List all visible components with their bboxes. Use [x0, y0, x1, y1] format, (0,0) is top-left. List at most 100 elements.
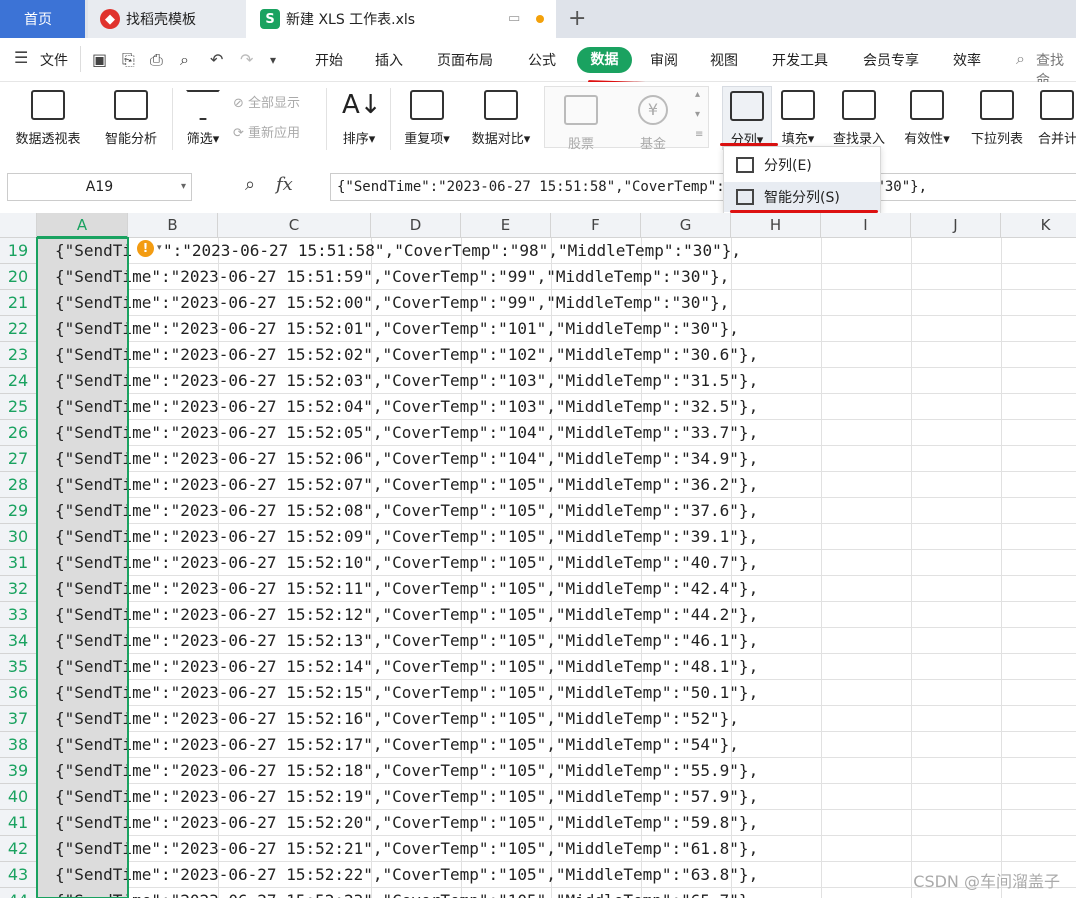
column-header-a[interactable]: A [37, 213, 128, 238]
tab-template[interactable]: ◆ 找稻壳模板 [88, 0, 246, 38]
fund-button[interactable]: ¥ 基金 [627, 91, 679, 152]
stock-button[interactable]: 股票 [555, 91, 607, 152]
row-header[interactable]: 35 [0, 654, 36, 680]
fx-icon[interactable]: fx [276, 174, 293, 195]
row-header[interactable]: 37 [0, 706, 36, 732]
compare-button[interactable]: 数据对比▾ [464, 86, 538, 147]
row-header[interactable]: 22 [0, 316, 36, 342]
menu-view[interactable]: 视图 [710, 50, 738, 70]
duplicates-button[interactable]: 重复项▾ [398, 86, 456, 147]
menu-review[interactable]: 审阅 [650, 50, 678, 70]
lookup-entry-button[interactable]: 查找录入 [828, 86, 890, 147]
tab-file[interactable]: S 新建 XLS 工作表.xls ▭ [246, 0, 556, 38]
menu-file[interactable]: 文件 [40, 50, 68, 70]
menu-item-split[interactable]: 分列(E) [724, 150, 880, 180]
save-icon[interactable]: ▣ [92, 50, 107, 69]
row-header[interactable]: 23 [0, 342, 36, 368]
reapply-button[interactable]: ⟳ 重新应用 [233, 122, 300, 141]
pivot-table-icon [31, 90, 65, 120]
gallery-scroll-up-icon[interactable]: ▴ [695, 89, 700, 100]
row-header[interactable]: 29 [0, 498, 36, 524]
column-header-c[interactable]: C [218, 213, 371, 238]
row-header[interactable]: 32 [0, 576, 36, 602]
dropdown-list-button[interactable]: 下拉列表 [964, 86, 1030, 147]
menu-formula[interactable]: 公式 [528, 50, 556, 70]
split-column-icon [730, 91, 764, 121]
row-header[interactable]: 20 [0, 264, 36, 290]
split-column-button[interactable]: 分列▾ [722, 86, 772, 150]
row-header[interactable]: 36 [0, 680, 36, 706]
sort-button[interactable]: A↓ 排序▾ [334, 86, 384, 147]
name-box[interactable]: A19 ▾ [7, 173, 192, 201]
compare-label: 数据对比 [471, 132, 524, 147]
row-header[interactable]: 41 [0, 810, 36, 836]
row-header[interactable]: 31 [0, 550, 36, 576]
merge-button[interactable]: 合并计 [1038, 86, 1076, 147]
row-header[interactable]: 21 [0, 290, 36, 316]
menu-start[interactable]: 开始 [315, 50, 343, 70]
warning-icon[interactable]: ! [137, 240, 154, 257]
smart-analysis-button[interactable]: 智能分析 [98, 86, 164, 147]
row-header[interactable]: 25 [0, 394, 36, 420]
row-header[interactable]: 40 [0, 784, 36, 810]
menu-member[interactable]: 会员专享 [863, 50, 919, 70]
column-header-j[interactable]: J [911, 213, 1001, 238]
row-header[interactable]: 39 [0, 758, 36, 784]
row-header[interactable]: 24 [0, 368, 36, 394]
formula-input[interactable]: {"SendTime":"2023-06-27 15:51:58","Cover… [330, 173, 1076, 201]
menu-efficiency[interactable]: 效率 [953, 50, 981, 70]
quick-access-chevron-icon[interactable]: ▾ [270, 53, 276, 67]
menu-insert[interactable]: 插入 [375, 50, 403, 70]
column-header-g[interactable]: G [641, 213, 731, 238]
row-header[interactable]: 30 [0, 524, 36, 550]
name-box-chevron-icon[interactable]: ▾ [181, 174, 186, 200]
table-row: {"SendTi ":"2023-06-27 15:51:58","CoverTe… [37, 238, 1076, 264]
fill-button[interactable]: 填充▾ [776, 86, 820, 147]
row-header[interactable]: 33 [0, 602, 36, 628]
menu-page-layout[interactable]: 页面布局 [437, 50, 493, 70]
column-header-k[interactable]: K [1001, 213, 1076, 238]
row-header[interactable]: 27 [0, 446, 36, 472]
column-header-f[interactable]: F [551, 213, 641, 238]
cell-text: {"SendTime":"2023-06-27 15:52:21","Cover… [55, 839, 759, 858]
hamburger-icon[interactable]: ☰ [14, 48, 28, 67]
row-header[interactable]: 44 [0, 888, 36, 898]
row-header[interactable]: 28 [0, 472, 36, 498]
gallery-scroll-down-icon[interactable]: ▾ [695, 109, 700, 120]
tab-home[interactable]: 首页 [0, 0, 85, 38]
undo-icon[interactable]: ↶ [210, 50, 223, 69]
column-header-i[interactable]: I [821, 213, 911, 238]
new-tab-icon[interactable]: + [568, 6, 586, 31]
search-icon[interactable]: ⌕ [1016, 49, 1025, 69]
spreadsheet-grid[interactable]: A B C D E F G H I J K 19 20 21 22 23 24 25 26 27… [0, 213, 1076, 898]
export-icon[interactable]: ⎘ [122, 50, 135, 70]
warning-chevron-icon[interactable]: ▾ [157, 243, 162, 253]
select-all-corner[interactable] [0, 213, 37, 238]
cell-text: {"SendTime":"2023-06-27 15:52:23","Cover… [55, 888, 758, 898]
filter-button[interactable]: 筛选▾ [178, 86, 228, 147]
column-header-b[interactable]: B [128, 213, 218, 238]
row-header[interactable]: 19 [0, 238, 36, 264]
row-header[interactable]: 43 [0, 862, 36, 888]
print-icon[interactable]: ⎙ [150, 50, 163, 70]
column-header-d[interactable]: D [371, 213, 461, 238]
monitor-icon[interactable]: ▭ [508, 11, 520, 26]
cell-text: {"SendTime":"2023-06-27 15:52:12","Cover… [55, 605, 759, 624]
column-header-e[interactable]: E [461, 213, 551, 238]
pivot-table-button[interactable]: 数据透视表 [8, 86, 88, 147]
show-all-button[interactable]: ⊘ 全部显示 [233, 92, 300, 111]
table-row: {"SendTime":"2023-06-27 15:52:10","Cover… [37, 550, 1076, 576]
redo-icon[interactable]: ↷ [240, 50, 253, 69]
validity-button[interactable]: 有效性▾ [898, 86, 956, 147]
column-header-h[interactable]: H [731, 213, 821, 238]
row-header[interactable]: 38 [0, 732, 36, 758]
row-header[interactable]: 42 [0, 836, 36, 862]
zoom-function-icon[interactable]: ⌕ [245, 174, 255, 195]
preview-icon[interactable]: ⌕ [180, 50, 189, 70]
gallery-expand-icon[interactable]: ≡ [695, 129, 703, 140]
row-header[interactable]: 26 [0, 420, 36, 446]
menu-item-smart-split[interactable]: 智能分列(S) [724, 182, 880, 212]
row-header[interactable]: 34 [0, 628, 36, 654]
menu-developer[interactable]: 开发工具 [772, 50, 828, 70]
menu-data[interactable]: 数据 [577, 47, 632, 73]
